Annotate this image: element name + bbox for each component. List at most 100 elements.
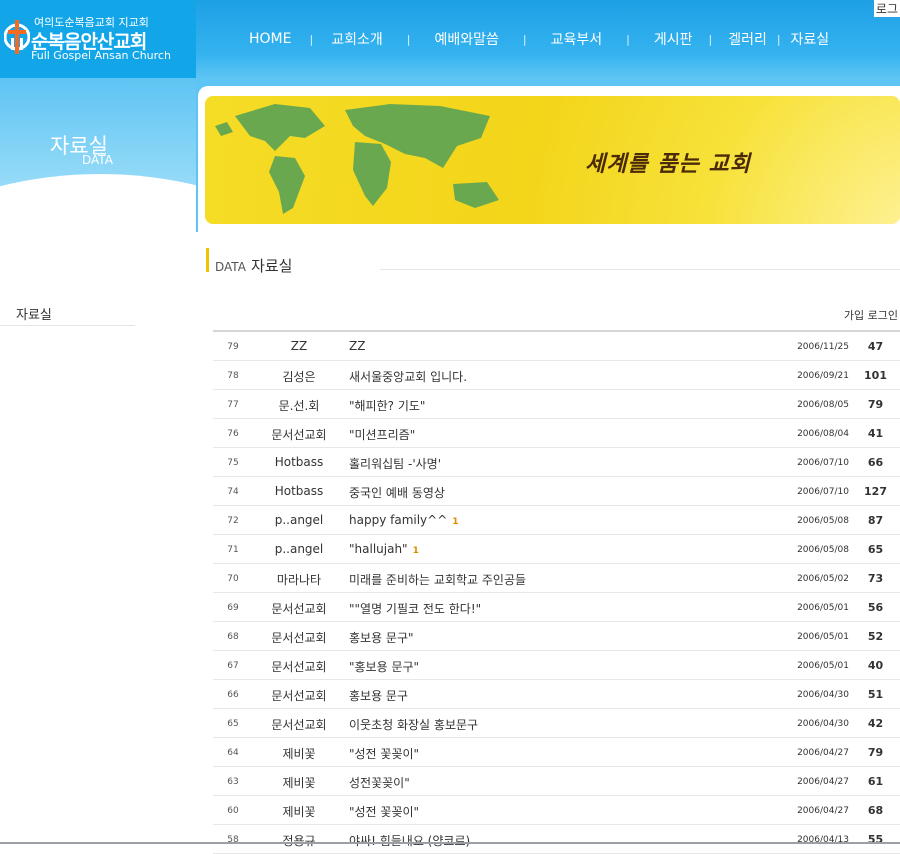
post-number: 68 (213, 632, 253, 642)
post-title-link-text[interactable]: ZZ (349, 339, 365, 353)
sidebar-divider (0, 325, 135, 326)
post-date-text: 2006/04/27 (797, 777, 849, 787)
post-author-text: 문서선교회 (271, 631, 327, 645)
nav-worship[interactable]: 예배와말씀 (434, 29, 498, 49)
post-title-link[interactable]: 홍보용 문구" (349, 629, 414, 646)
nav-separator: | (708, 32, 713, 46)
post-date: 2006/09/21 (783, 371, 863, 381)
login-link-top[interactable]: 로그 (873, 0, 900, 17)
nav-board[interactable]: 게시판 (654, 29, 693, 49)
page-title: DATA 자료실 (215, 255, 292, 276)
post-title-link-text[interactable]: 홍보용 문구" (349, 631, 414, 645)
table-row: 71 p..angel "hallujah" 1 2006/05/08 65 (213, 535, 900, 564)
table-row: 66 문서선교회 홍보용 문구 2006/04/30 51 (213, 680, 900, 709)
logo[interactable]: 여의도순복음교회 지교회 순복음안산교회 Full Gospel Ansan C… (0, 0, 196, 78)
post-title-link[interactable]: happy family^^ 1 (349, 513, 459, 527)
post-date-text: 2006/07/10 (797, 487, 849, 497)
post-title-link-text[interactable]: "성전 꽃꽂이" (349, 805, 419, 819)
nav-data[interactable]: 자료실 (791, 29, 830, 49)
nav-gallery[interactable]: 겔러리 (728, 29, 767, 49)
post-title-link[interactable]: "미션프리즘" (349, 426, 415, 443)
post-title-link-text[interactable]: 이웃초청 화장실 홍보문구 (349, 718, 478, 732)
post-author-text: Hotbass (274, 455, 324, 469)
post-title-link[interactable]: "해피한? 기도" (349, 397, 425, 414)
table-row: 70 마라나타 미래를 준비하는 교회학교 주인공들 2006/05/02 73 (213, 564, 900, 593)
nav-education[interactable]: 교육부서 (551, 29, 603, 49)
post-title-link[interactable]: 홍보용 문구 (349, 687, 408, 704)
post-title-link[interactable]: ""열명 기필코 전도 한다!" (349, 600, 481, 617)
post-number: 64 (213, 748, 253, 758)
nav-separator: | (522, 32, 527, 46)
post-title-link-text[interactable]: 홀리워십팀 -'사명' (349, 457, 441, 471)
post-title-link[interactable]: "홍보용 문구" (349, 658, 419, 675)
comment-count: 1 (412, 546, 419, 556)
table-row: 67 문서선교회 "홍보용 문구" 2006/05/01 40 (213, 651, 900, 680)
post-title-link-text[interactable]: 홍보용 문구 (349, 689, 408, 703)
table-row: 63 제비꽃 성전꽃꽂이" 2006/04/27 61 (213, 767, 900, 796)
post-number: 74 (213, 487, 253, 497)
post-title-link-text[interactable]: 성전꽃꽂이" (349, 776, 410, 790)
post-title-link-text[interactable]: happy family^^ (349, 513, 447, 527)
post-date: 2006/05/01 (783, 632, 863, 642)
post-author: 문서선교회 (258, 600, 340, 617)
sidebar-item-data[interactable]: 자료실 (16, 304, 52, 323)
sidebar-subtitle: DATA (82, 153, 113, 167)
post-number-text: 75 (227, 458, 239, 468)
post-date: 2006/08/05 (783, 400, 863, 410)
post-title-link[interactable]: 이웃초청 화장실 홍보문구 (349, 716, 478, 733)
post-number-text: 69 (227, 603, 239, 613)
post-date: 2006/05/01 (783, 603, 863, 613)
post-title-link[interactable]: "hallujah" 1 (349, 542, 419, 556)
post-number: 71 (213, 545, 253, 555)
post-title-link-text[interactable]: 미래를 준비하는 교회학교 주인공들 (349, 573, 526, 587)
post-title-link[interactable]: 새서울중앙교회 입니다. (349, 368, 467, 385)
table-row: 78 김성은 새서울중앙교회 입니다. 2006/09/21 101 (213, 361, 900, 390)
login-link[interactable]: 로그인 (868, 309, 898, 322)
post-title-link-text[interactable]: "미션프리즘" (349, 428, 415, 442)
post-date: 2006/04/30 (783, 719, 863, 729)
post-number-text: 76 (227, 429, 239, 439)
post-title-link[interactable]: 야싸! 힘들내요 (양코르) (349, 832, 470, 849)
post-author-text: 문서선교회 (271, 602, 327, 616)
post-title-link-text[interactable]: 새서울중앙교회 입니다. (349, 370, 467, 384)
post-title-link[interactable]: 중국인 예배 동영상 (349, 484, 445, 501)
post-title-link[interactable]: 성전꽃꽂이" (349, 774, 410, 791)
post-title-link[interactable]: 미래를 준비하는 교회학교 주인공들 (349, 571, 526, 588)
post-date: 2006/05/08 (783, 516, 863, 526)
post-title-link-text[interactable]: ""열명 기필코 전도 한다!" (349, 602, 481, 616)
post-date-text: 2006/08/04 (797, 429, 849, 439)
post-hits-text: 47 (867, 340, 884, 353)
post-date: 2006/07/10 (783, 487, 863, 497)
post-title-link-text[interactable]: "해피한? 기도" (349, 399, 425, 413)
post-number-text: 64 (227, 748, 239, 758)
post-title-link[interactable]: "성전 꽃꽂이" (349, 745, 419, 762)
join-link[interactable]: 가입 (844, 309, 864, 322)
post-number: 60 (213, 806, 253, 816)
post-title-link[interactable]: "성전 꽃꽂이" (349, 803, 419, 820)
post-author: 문.선.회 (258, 397, 340, 414)
post-title-link-text[interactable]: "홍보용 문구" (349, 660, 419, 674)
post-title-link[interactable]: 홀리워십팀 -'사명' (349, 455, 441, 472)
nav-church-intro[interactable]: 교회소개 (331, 29, 383, 49)
post-title-link-text[interactable]: 중국인 예배 동영상 (349, 486, 445, 500)
post-date: 2006/04/30 (783, 690, 863, 700)
post-number-text: 74 (227, 487, 239, 497)
post-number-text: 70 (227, 574, 239, 584)
post-title-link-text[interactable]: "hallujah" (349, 542, 408, 556)
post-hits: 47 (863, 340, 888, 353)
post-number: 63 (213, 777, 253, 787)
post-author: 마라나타 (258, 571, 340, 588)
nav-separator: | (309, 32, 314, 46)
nav-home[interactable]: HOME (249, 31, 291, 47)
table-row: 64 제비꽃 "성전 꽃꽂이" 2006/04/27 79 (213, 738, 900, 767)
post-title-link-text[interactable]: "성전 꽃꽂이" (349, 747, 419, 761)
post-author-text: Hotbass (274, 484, 324, 498)
post-hits: 73 (863, 572, 888, 585)
post-author-text: p..angel (274, 513, 324, 527)
post-title-link-text[interactable]: 야싸! 힘들내요 (양코르) (349, 834, 470, 848)
post-hits-text: 56 (867, 601, 884, 614)
post-title-link[interactable]: ZZ (349, 339, 365, 353)
post-date-text: 2006/05/01 (797, 603, 849, 613)
post-hits-text: 55 (867, 833, 884, 846)
main-nav: HOME | 교회소개 | 예배와말씀 | 교육부서 | 게시판 | 겔러리 |… (196, 28, 876, 50)
